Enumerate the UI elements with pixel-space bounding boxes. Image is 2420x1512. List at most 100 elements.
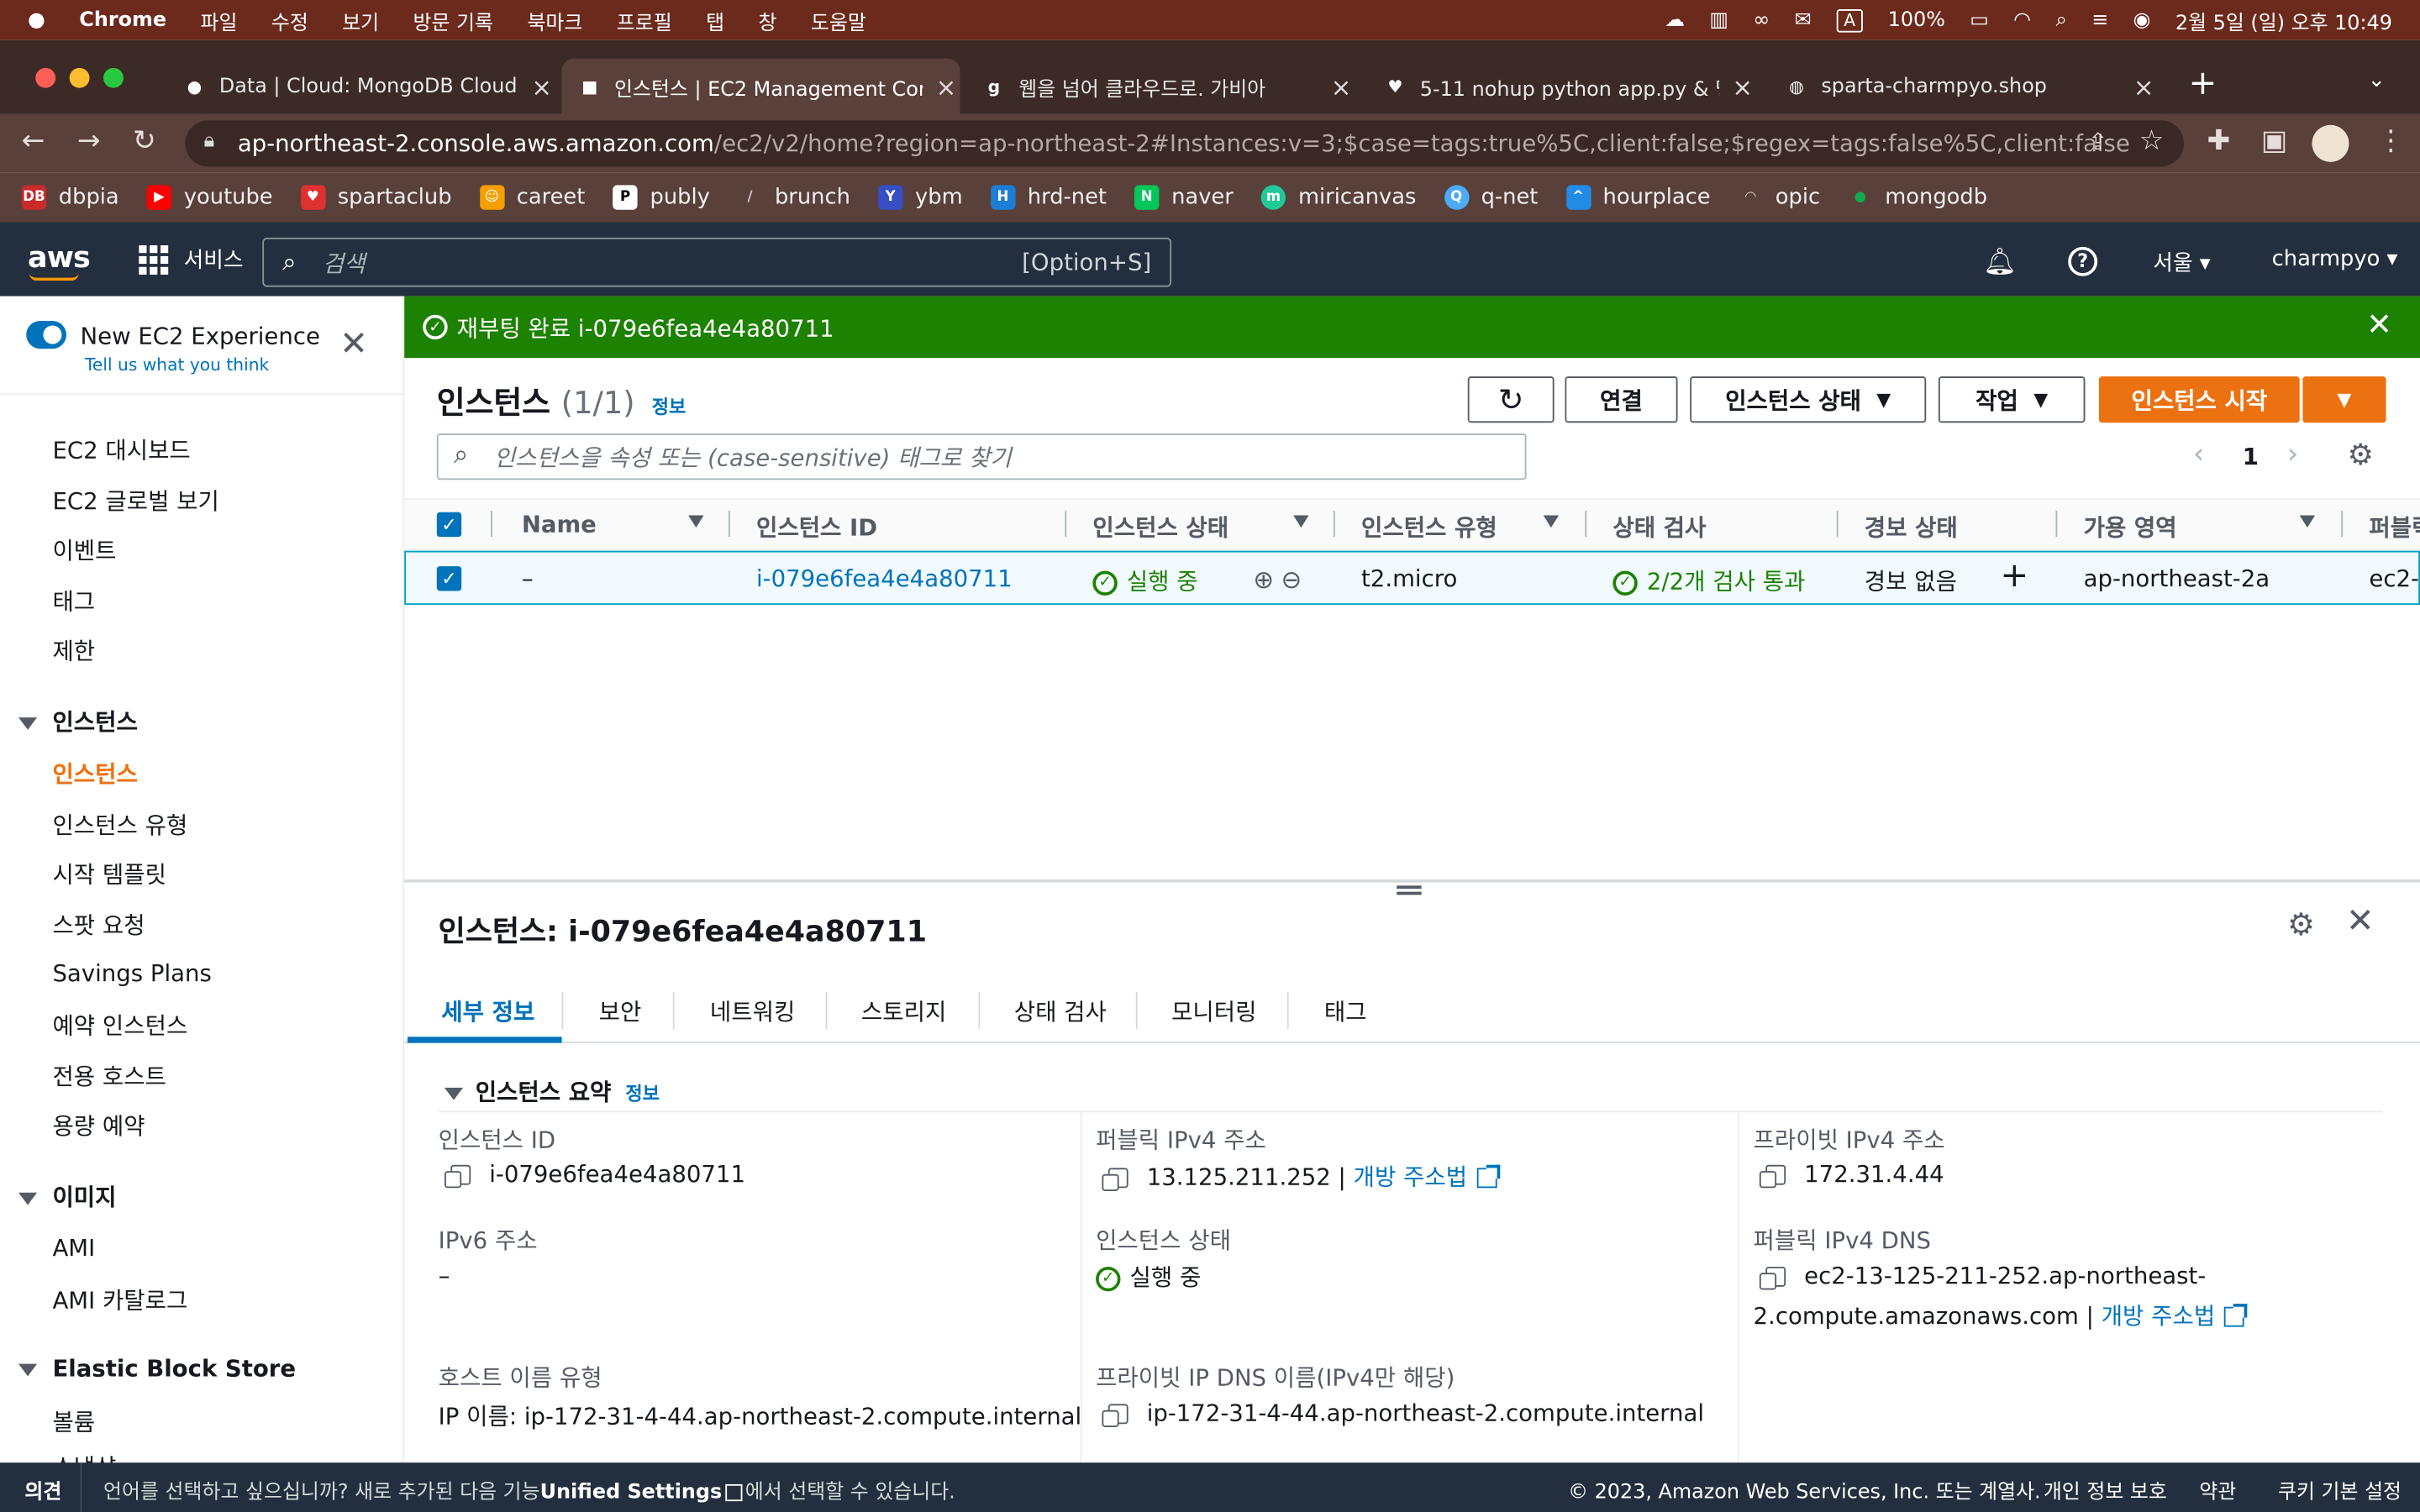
page-number[interactable]: 1 — [2243, 443, 2259, 470]
sidebar-item-savings-plans[interactable]: Savings Plans — [52, 959, 211, 987]
menu-app-name[interactable]: Chrome — [79, 8, 166, 32]
sidebar-section-images[interactable]: 이미지 — [18, 1180, 117, 1213]
sidebar-item-spot-requests[interactable]: 스팟 요청 — [52, 909, 145, 942]
bookmark-publy[interactable]: Ppubly — [613, 185, 710, 210]
bookmark-hourplace[interactable]: ^ hourplace — [1565, 185, 1711, 210]
column-header-alarm[interactable]: 경보 상태 — [1865, 511, 1958, 543]
sort-icon[interactable] — [1293, 515, 1309, 528]
tab-tags[interactable]: 태그 — [1324, 995, 1367, 1028]
sidebar-item-instance-types[interactable]: 인스턴스 유형 — [52, 808, 187, 841]
external-link-icon[interactable] — [2224, 1304, 2248, 1327]
copy-icon[interactable] — [1102, 1168, 1128, 1191]
minimize-window-icon[interactable] — [69, 67, 90, 88]
open-address-link[interactable]: 개방 주소법 — [2102, 1302, 2216, 1330]
sidebar-item-launch-templates[interactable]: 시작 템플릿 — [52, 858, 166, 890]
cookie-preferences-link[interactable]: 쿠키 기본 설정 — [2278, 1475, 2402, 1504]
close-tab-icon[interactable]: × — [2130, 71, 2158, 101]
sidebar-section-instances[interactable]: 인스턴스 — [18, 705, 138, 738]
table-settings-gear-icon[interactable]: ⚙ — [2348, 438, 2374, 472]
bookmark-naver[interactable]: Nnaver — [1134, 185, 1234, 210]
close-tab-icon[interactable]: × — [1728, 71, 1756, 101]
sidebar-item-dedicated-hosts[interactable]: 전용 호스트 — [52, 1060, 166, 1093]
launch-instances-button[interactable]: 인스턴스 시작 — [2098, 376, 2300, 423]
open-address-link[interactable]: 개방 주소법 — [1354, 1163, 1468, 1191]
help-icon[interactable]: ? — [2068, 246, 2098, 276]
bookmark-careet[interactable]: ☺ careet — [479, 185, 585, 210]
siri-icon[interactable]: ◉ — [2133, 8, 2151, 32]
menu-history[interactable]: 방문 기록 — [413, 5, 493, 35]
column-header-state[interactable]: 인스턴스 상태 — [1092, 511, 1228, 543]
bookmark-opic[interactable]: ◠ opic — [1739, 185, 1820, 209]
close-window-icon[interactable] — [35, 67, 56, 88]
sidebar-item-volumes[interactable]: 볼륨 — [52, 1405, 95, 1438]
battery-icon[interactable]: ▭ — [1970, 8, 1989, 32]
column-header-instance-id[interactable]: 인스턴스 ID — [756, 511, 877, 543]
menu-bookmarks[interactable]: 북마크 — [527, 5, 582, 35]
aws-search-input[interactable]: ⌕ 검색 [Option+S] — [262, 237, 1172, 287]
bookmark-youtube[interactable]: ▶ youtube — [146, 185, 273, 210]
instance-state-button[interactable]: 인스턴스 상태 ▼ — [1690, 376, 1927, 423]
browser-tab[interactable]: ● Data | Cloud: MongoDB Cloud × — [166, 59, 555, 114]
new-tab-icon[interactable]: + — [2188, 65, 2217, 103]
add-alarm-icon[interactable]: + — [2000, 557, 2028, 596]
bookmark-star-icon[interactable]: ☆ — [2139, 125, 2165, 158]
sidebar-item-ami-catalog[interactable]: AMI 카탈로그 — [52, 1284, 187, 1316]
column-header-status-check[interactable]: 상태 검사 — [1612, 511, 1706, 543]
reload-icon[interactable]: ↻ — [133, 125, 156, 158]
close-tab-icon[interactable]: × — [528, 71, 555, 101]
column-header-name[interactable]: Name — [522, 511, 597, 538]
control-center-icon[interactable]: ≡ — [2091, 8, 2108, 32]
forward-icon[interactable]: → — [77, 125, 101, 158]
wifi-icon[interactable]: ◠ — [2013, 8, 2031, 32]
bookmark-miricanvas[interactable]: m miricanvas — [1260, 185, 1416, 210]
feedback-button[interactable]: 의견 — [24, 1475, 61, 1504]
menu-edit[interactable]: 수정 — [271, 5, 308, 35]
feedback-link[interactable]: Tell us what you think — [85, 354, 269, 375]
account-menu[interactable]: charmpyo ▾ — [2272, 247, 2398, 271]
zoom-out-icon[interactable]: ⊖ — [1281, 564, 1302, 594]
row-checkbox[interactable]: ✓ — [436, 566, 462, 591]
detail-settings-gear-icon[interactable]: ⚙ — [2287, 906, 2315, 942]
notifications-bell-icon[interactable]: 🔔︎ — [1983, 247, 2017, 278]
share-icon[interactable]: ⇪ — [2088, 128, 2107, 155]
select-all-checkbox[interactable]: ✓ — [436, 512, 462, 538]
menu-window[interactable]: 창 — [758, 5, 776, 35]
column-header-public-dns[interactable]: 퍼블릭 IPv4 DNS — [2369, 511, 2420, 543]
aws-logo[interactable]: aws — [28, 241, 91, 275]
lock-icon[interactable]: 🔒︎ — [203, 129, 214, 153]
split-view-icon[interactable]: ▥ — [1709, 8, 1728, 32]
back-icon[interactable]: ← — [22, 125, 45, 158]
copy-icon[interactable] — [1759, 1266, 1786, 1290]
cloud-sync-icon[interactable]: ☁ — [1665, 8, 1685, 32]
tab-status-checks[interactable]: 상태 검사 — [1014, 995, 1107, 1028]
sort-icon[interactable] — [2299, 515, 2316, 528]
chrome-menu-icon[interactable]: ⋮ — [2377, 125, 2405, 158]
info-link[interactable]: 정보 — [652, 396, 687, 418]
launch-options-button[interactable]: ▼ — [2302, 376, 2386, 423]
bookmark-brunch[interactable]: / brunch — [738, 185, 850, 209]
tab-security[interactable]: 보안 — [599, 995, 642, 1028]
sort-icon[interactable] — [1543, 515, 1560, 528]
unified-settings-link[interactable]: Unified Settings — [540, 1481, 723, 1504]
copy-icon[interactable] — [1102, 1404, 1128, 1427]
refresh-button[interactable]: ↻ — [1467, 376, 1555, 423]
browser-tab[interactable]: g 웹을 넘어 클라우드로. 가비아 × — [966, 59, 1355, 114]
split-pane-divider[interactable] — [404, 879, 2420, 883]
dismiss-flash-icon[interactable]: ✕ — [2366, 308, 2392, 339]
sidebar-item-reserved-instances[interactable]: 예약 인스턴스 — [52, 1009, 187, 1042]
summary-section-header[interactable]: 인스턴스 요약 정보 — [444, 1075, 660, 1108]
browser-tab-active[interactable]: ■ 인스턴스 | EC2 Management Console × — [561, 58, 960, 114]
sidebar-item-events[interactable]: 이벤트 — [52, 534, 116, 567]
bookmark-mongodb[interactable]: ● mongodb — [1848, 185, 1987, 209]
sidebar-item-limits[interactable]: 제한 — [52, 634, 95, 667]
prev-page-icon[interactable]: ‹ — [2193, 438, 2204, 471]
cell-instance-id-link[interactable]: i-079e6fea4e4a80711 — [756, 564, 1013, 592]
privacy-link[interactable]: 개인 정보 보호 — [2044, 1475, 2167, 1504]
menu-file[interactable]: 파일 — [201, 5, 238, 35]
bookmark-q-net[interactable]: Qq-net — [1444, 185, 1538, 210]
apple-icon[interactable]: ● — [28, 8, 45, 32]
new-experience-toggle[interactable] — [26, 321, 66, 349]
connect-button[interactable]: 연결 — [1565, 376, 1678, 423]
next-page-icon[interactable]: › — [2287, 438, 2298, 471]
instance-filter-input[interactable]: ⌕ 인스턴스을 속성 또는 (case-sensitive) 태그로 찾기 — [436, 433, 1527, 480]
